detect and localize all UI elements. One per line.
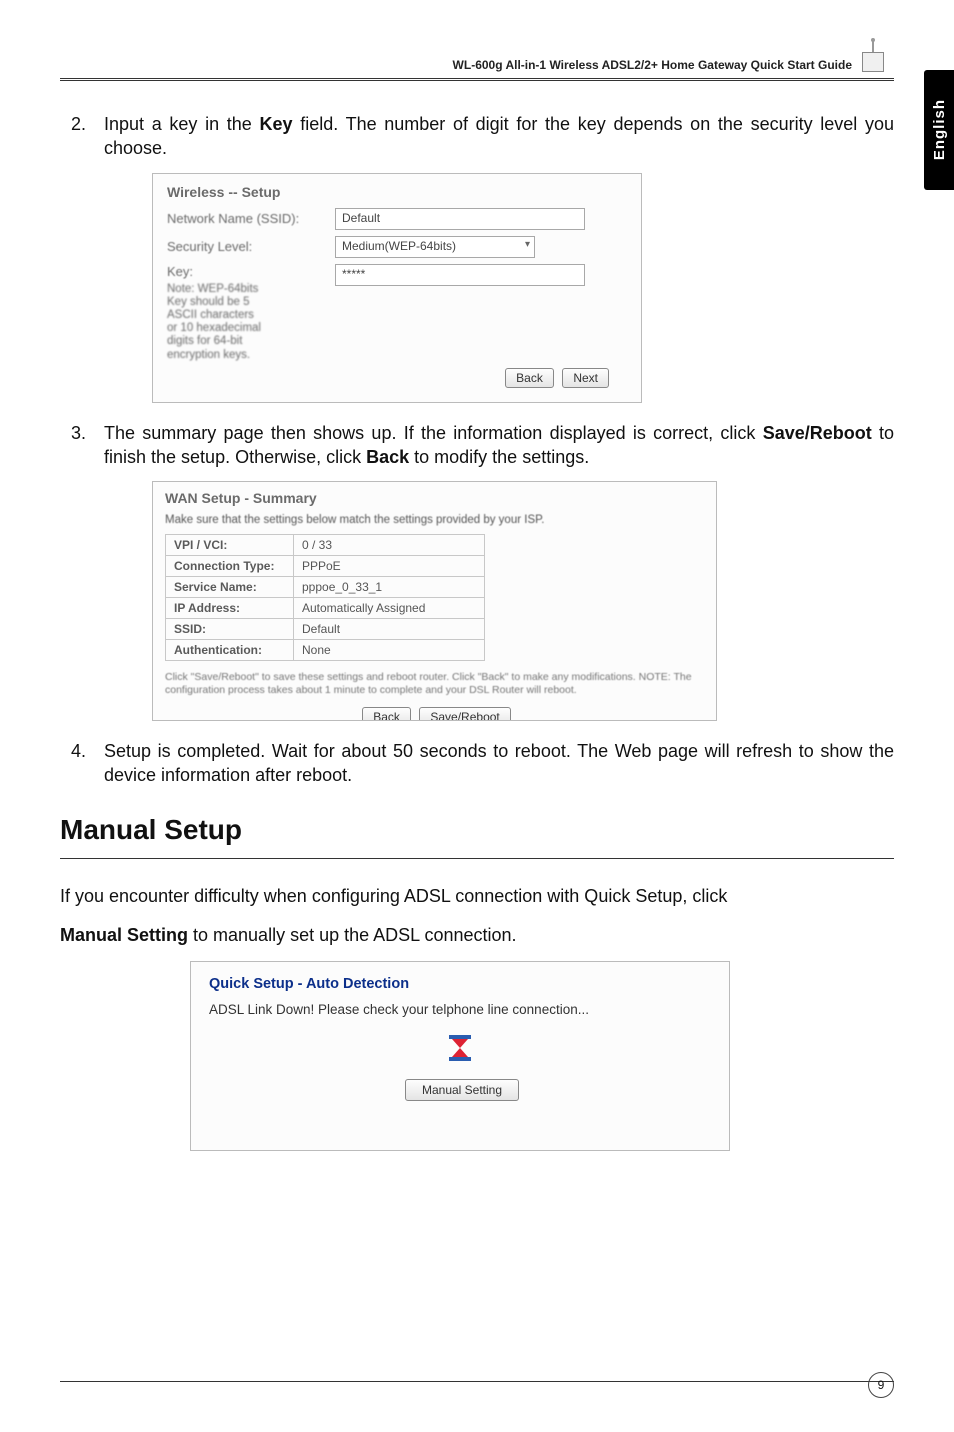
table-row: VPI / VCI:0 / 33: [166, 535, 485, 556]
page-number: 9: [868, 1372, 894, 1398]
table-row: IP Address:Automatically Assigned: [166, 598, 485, 619]
summary-footnote: Click "Save/Reboot" to save these settin…: [165, 671, 704, 697]
hourglass-icon: [449, 1035, 471, 1061]
step-text: Input a key in the Key field. The number…: [104, 112, 894, 161]
summary-table: VPI / VCI:0 / 33 Connection Type:PPPoE S…: [165, 534, 485, 661]
language-label: English: [931, 99, 948, 160]
summary-subtitle: Make sure that the settings below match …: [165, 514, 704, 526]
key-label: Key:: [167, 264, 335, 279]
table-row: Connection Type:PPPoE: [166, 556, 485, 577]
auto-title: Quick Setup - Auto Detection: [209, 976, 711, 992]
page-footer: 9: [60, 1381, 894, 1392]
table-row: Service Name:pppoe_0_33_1: [166, 577, 485, 598]
section-title: Manual Setup: [60, 814, 894, 846]
manual-setting-button[interactable]: Manual Setting: [405, 1079, 519, 1101]
security-select[interactable]: Medium(WEP-64bits): [335, 236, 535, 258]
step-text: Setup is completed. Wait for about 50 se…: [104, 739, 894, 788]
header-rule: [60, 78, 894, 81]
auto-detection-screenshot: Quick Setup - Auto Detection ADSL Link D…: [190, 961, 730, 1151]
manual-setting-word: Manual Setting: [60, 925, 188, 945]
table-row: SSID:Default: [166, 619, 485, 640]
step-text: The summary page then shows up. If the i…: [104, 421, 894, 470]
router-icon: [862, 52, 884, 72]
adsl-message: ADSL Link Down! Please check your telpho…: [209, 1002, 711, 1017]
wireless-setup-screenshot: Wireless -- Setup Network Name (SSID): D…: [152, 173, 642, 403]
step2-pre: Input a key in the: [104, 114, 259, 134]
ssid-label: Network Name (SSID):: [167, 211, 335, 226]
section-rule: [60, 858, 894, 859]
manual-para-2-post: to manually set up the ADSL connection.: [188, 925, 517, 945]
next-button[interactable]: Next: [562, 368, 609, 388]
summary-title: WAN Setup - Summary: [165, 490, 704, 506]
key-input[interactable]: *****: [335, 264, 585, 286]
key-word: Key: [259, 114, 292, 134]
security-label: Security Level:: [167, 239, 335, 254]
step-number: 3.: [60, 421, 86, 470]
summary-back-button[interactable]: Back: [362, 707, 411, 721]
language-tab: English: [924, 70, 954, 190]
step3-post: to modify the settings.: [409, 447, 589, 467]
ssid-input[interactable]: Default: [335, 208, 585, 230]
wireless-title: Wireless -- Setup: [167, 184, 627, 200]
table-row: Authentication:None: [166, 640, 485, 661]
key-note: Note: WEP-64bits Key should be 5 ASCII c…: [167, 283, 267, 362]
antenna-dot: [871, 38, 875, 42]
step-4: 4. Setup is completed. Wait for about 50…: [60, 739, 894, 788]
page-header: WL-600g All-in-1 Wireless ADSL2/2+ Home …: [60, 40, 894, 92]
manual-para-2: Manual Setting to manually set up the AD…: [60, 922, 894, 949]
step-number: 4.: [60, 739, 86, 788]
wan-summary-screenshot: WAN Setup - Summary Make sure that the s…: [152, 481, 717, 721]
back-word: Back: [366, 447, 409, 467]
save-reboot-word: Save/Reboot: [763, 423, 872, 443]
step-number: 2.: [60, 112, 86, 161]
summary-save-button[interactable]: Save/Reboot: [419, 707, 510, 721]
manual-para-1: If you encounter difficulty when configu…: [60, 883, 894, 910]
step3-pre: The summary page then shows up. If the i…: [104, 423, 763, 443]
back-button[interactable]: Back: [505, 368, 554, 388]
step-3: 3. The summary page then shows up. If th…: [60, 421, 894, 470]
footer-rule: [60, 1381, 894, 1382]
header-title: WL-600g All-in-1 Wireless ADSL2/2+ Home …: [453, 58, 852, 72]
step-2: 2. Input a key in the Key field. The num…: [60, 112, 894, 161]
